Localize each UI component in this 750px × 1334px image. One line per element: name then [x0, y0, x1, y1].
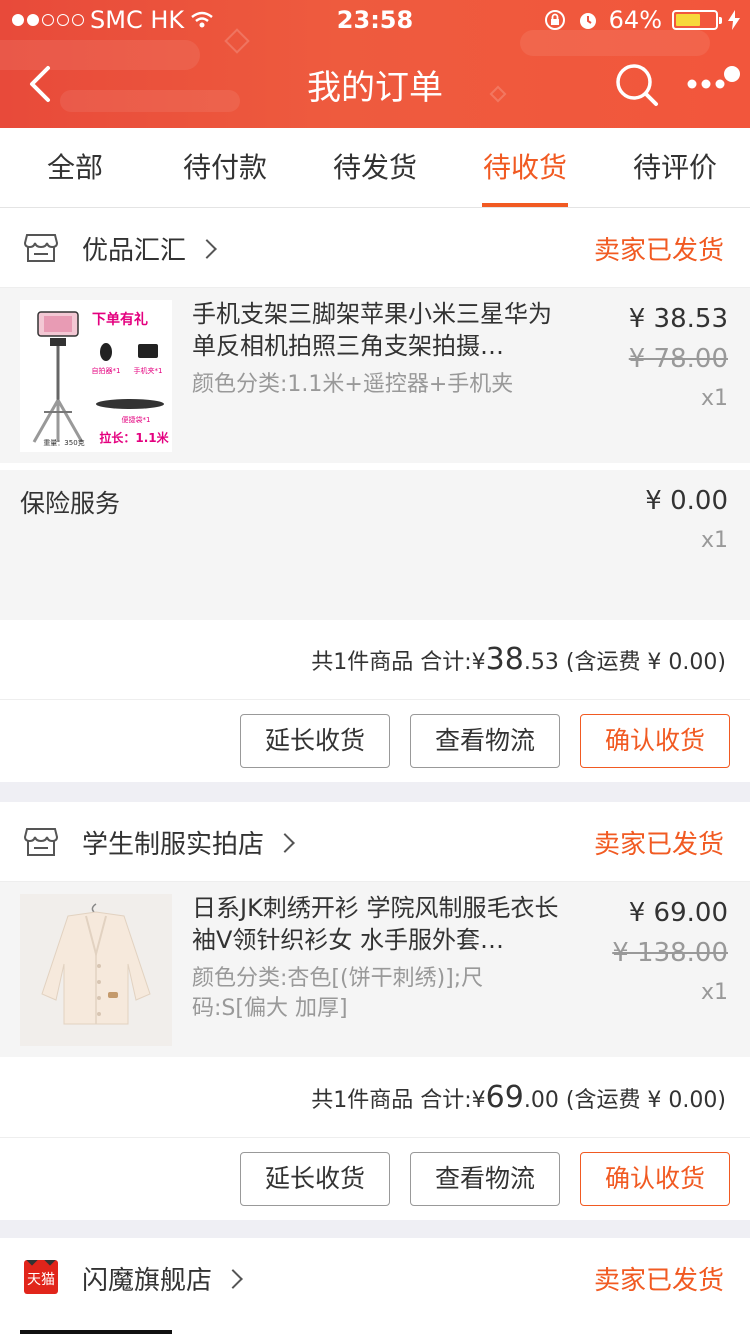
product-title: 日系JK刺绣开衫 学院风制服毛衣长袖V领针织衫女 水手服外套…	[192, 894, 559, 954]
order-item[interactable]: 日系JK刺绣开衫 学院风制服毛衣长袖V领针织衫女 水手服外套… 颜色分类:杏色[…	[0, 882, 750, 1058]
summary-total-dec: .53	[523, 650, 559, 675]
summary-total-dec: .00	[523, 1088, 559, 1113]
tmall-badge-text: 天猫	[27, 1272, 55, 1288]
order-status: 卖家已发货	[593, 830, 724, 860]
charging-icon	[728, 10, 740, 30]
shop-name-wrap: 优品汇汇	[82, 230, 217, 267]
clip-label: 手机夹*1	[134, 366, 163, 375]
promo-text: 下单有礼	[92, 311, 148, 328]
tab-pending-payment[interactable]: 待付款	[150, 128, 300, 207]
view-logistics-button[interactable]: 查看物流	[410, 714, 560, 768]
shop-name: 学生制服实拍店	[82, 830, 265, 860]
confirm-receipt-button[interactable]: 确认收货	[580, 714, 730, 768]
shop-header[interactable]: 学生制服实拍店 卖家已发货	[0, 802, 750, 882]
shop-name-wrap: 学生制服实拍店	[82, 824, 295, 861]
product-thumbnail	[20, 1330, 172, 1334]
product-sku: 颜色分类:1.1米+遥控器+手机夹	[192, 372, 514, 397]
service-quantity: x1	[700, 528, 728, 553]
extend-receipt-button[interactable]: 延长收货	[240, 1152, 390, 1206]
chevron-right-icon	[275, 833, 295, 853]
summary-prefix: 共1件商品 合计:¥	[311, 650, 486, 675]
shop-header[interactable]: 天猫 闪魔旗舰店 卖家已发货	[0, 1238, 750, 1318]
order-status: 卖家已发货	[593, 1266, 724, 1296]
original-price: ¥ 78.00	[628, 344, 728, 374]
store-icon	[24, 828, 58, 856]
service-title: 保险服务	[20, 489, 121, 518]
remote-label: 自拍器*1	[92, 366, 121, 375]
weight-label: 重量：350克	[43, 439, 84, 447]
rotation-lock-icon	[544, 10, 565, 30]
store-icon	[24, 234, 58, 262]
chevron-right-icon	[197, 239, 217, 259]
order-card: 优品汇汇 卖家已发货 下单有礼 自拍器*1 手机夹*1 便捷袋*1 重量：350…	[0, 208, 750, 782]
length-label: 拉长：1.1米	[99, 430, 169, 445]
product-price: ¥ 38.53	[628, 304, 728, 334]
alarm-icon	[579, 13, 596, 29]
nav-bar: 我的订单	[0, 40, 750, 128]
service-price: ¥ 0.00	[645, 486, 728, 516]
order-card: 学生制服实拍店 卖家已发货 日系JK刺绣开衫 学院风制服毛衣长袖V领针织衫女 水…	[0, 802, 750, 1220]
tab-all[interactable]: 全部	[0, 128, 150, 207]
original-price: ¥ 138.00	[612, 938, 728, 968]
search-icon	[616, 64, 658, 106]
app-header: SMC HK 23:58 64% 我的订单	[0, 0, 750, 128]
insurance-service[interactable]: 保险服务 ¥ 0.00 x1	[0, 464, 750, 620]
tab-pending-review[interactable]: 待评价	[600, 128, 750, 207]
summary-total-int: 69	[485, 1080, 524, 1115]
product-title: 手机支架三脚架苹果小米三星华为单反相机拍照三角支架拍摄…	[192, 300, 552, 360]
order-summary: 共1件商品 合计:¥38.53 (含运费 ¥ 0.00)	[0, 620, 750, 700]
more-button[interactable]	[684, 64, 744, 104]
tripod-image: 下单有礼 自拍器*1 手机夹*1 便捷袋*1 重量：350克 拉长：1.1米	[20, 300, 172, 452]
product-quantity: x1	[700, 386, 728, 411]
tab-pending-receipt[interactable]: 待收货	[450, 128, 600, 207]
product-sku: 颜色分类:杏色[(饼干刺绣)];尺码:S[偏大 加厚]	[192, 966, 484, 1021]
order-status-tabs: 全部 待付款 待发货 待收货 待评价	[0, 128, 750, 208]
summary-shipping: (含运费 ¥ 0.00)	[565, 1088, 726, 1113]
shop-name: 优品汇汇	[82, 236, 187, 266]
order-card: 天猫 闪魔旗舰店 卖家已发货	[0, 1238, 750, 1334]
battery-percent: 64%	[608, 6, 662, 34]
order-actions: 延长收货 查看物流 确认收货	[0, 700, 750, 782]
search-button[interactable]	[612, 60, 662, 110]
order-item[interactable]: 下单有礼 自拍器*1 手机夹*1 便捷袋*1 重量：350克 拉长：1.1米 手…	[0, 288, 750, 464]
shop-name: 闪魔旗舰店	[82, 1266, 213, 1296]
product-thumbnail	[20, 894, 172, 1046]
product-quantity: x1	[700, 980, 728, 1005]
order-status: 卖家已发货	[593, 236, 724, 266]
chevron-right-icon	[223, 1269, 243, 1289]
battery-icon	[672, 10, 722, 30]
confirm-receipt-button[interactable]: 确认收货	[580, 1152, 730, 1206]
tmall-icon: 天猫	[24, 1260, 58, 1294]
order-actions: 延长收货 查看物流 确认收货	[0, 1138, 750, 1220]
more-dots-icon	[687, 66, 740, 89]
status-bar: SMC HK 23:58 64%	[0, 0, 750, 40]
product-price: ¥ 69.00	[628, 898, 728, 928]
bag-label: 便捷袋*1	[122, 415, 151, 424]
order-summary: 共1件商品 合计:¥69.00 (含运费 ¥ 0.00)	[0, 1058, 750, 1138]
tab-pending-shipment[interactable]: 待发货	[300, 128, 450, 207]
product-thumbnail: 下单有礼 自拍器*1 手机夹*1 便捷袋*1 重量：350克 拉长：1.1米	[20, 300, 172, 452]
shop-name-wrap: 闪魔旗舰店	[82, 1260, 243, 1297]
extend-receipt-button[interactable]: 延长收货	[240, 714, 390, 768]
cardigan-image	[20, 894, 172, 1046]
summary-prefix: 共1件商品 合计:¥	[311, 1088, 486, 1113]
summary-shipping: (含运费 ¥ 0.00)	[565, 650, 726, 675]
summary-total-int: 38	[485, 642, 524, 677]
shop-header[interactable]: 优品汇汇 卖家已发货	[0, 208, 750, 288]
view-logistics-button[interactable]: 查看物流	[410, 1152, 560, 1206]
